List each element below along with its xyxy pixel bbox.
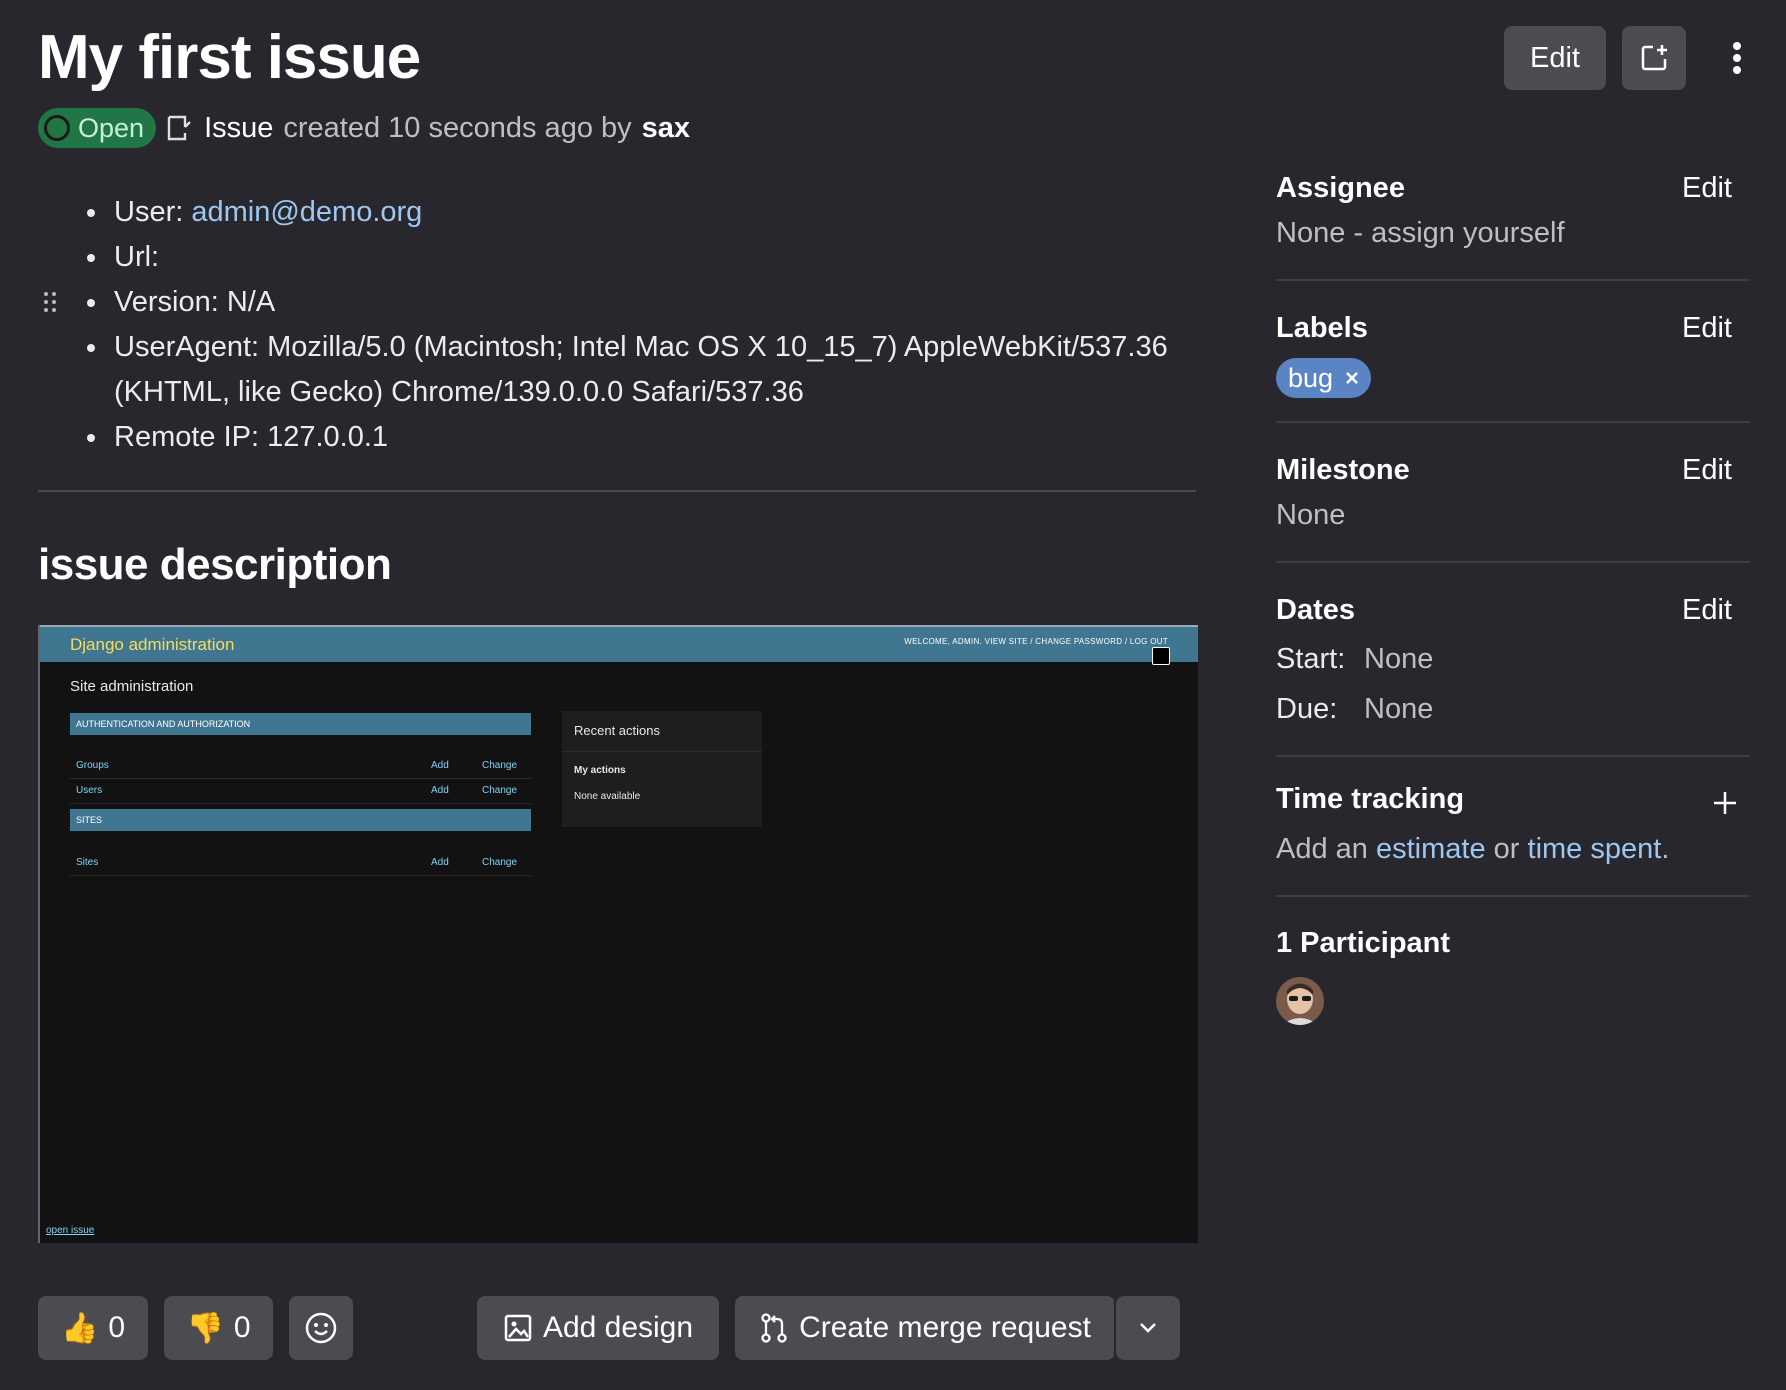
start-label: Start: bbox=[1276, 643, 1346, 675]
add-design-button[interactable]: Add design bbox=[477, 1296, 719, 1360]
due-label: Due: bbox=[1276, 693, 1338, 725]
issue-meta: Open Issue created 10 seconds ago by sax bbox=[38, 108, 690, 148]
labels-title: Labels bbox=[1276, 312, 1368, 344]
add-reaction-button[interactable] bbox=[289, 1296, 353, 1360]
assignee-title: Assignee bbox=[1276, 172, 1405, 204]
user-email-link[interactable]: admin@demo.org bbox=[191, 196, 422, 228]
description-screenshot[interactable]: Django administration WELCOME, ADMIN. VI… bbox=[38, 625, 1198, 1243]
milestone-title: Milestone bbox=[1276, 454, 1410, 486]
new-window-button[interactable] bbox=[1622, 26, 1686, 90]
thumbs-down-icon: 👎 bbox=[186, 1311, 224, 1345]
create-merge-request-button[interactable]: Create merge request bbox=[735, 1296, 1115, 1360]
page-title: My first issue bbox=[38, 23, 421, 92]
shot-brand: Django administration bbox=[70, 635, 235, 654]
more-actions-button[interactable] bbox=[1720, 34, 1754, 82]
details-list: User: admin@demo.org Url: Version: N/A U… bbox=[74, 190, 1240, 460]
new-window-icon bbox=[1641, 45, 1667, 71]
drag-handle-icon[interactable] bbox=[42, 290, 58, 319]
shot-header: Django administration WELCOME, ADMIN. VI… bbox=[40, 625, 1198, 662]
divider bbox=[1276, 561, 1750, 563]
thumbs-up-icon: 👍 bbox=[60, 1311, 99, 1345]
add-time-button[interactable] bbox=[1712, 790, 1738, 821]
meta-issue-type: Issue bbox=[204, 111, 274, 144]
dates-title: Dates bbox=[1276, 594, 1355, 626]
shot-section-sites: SITES bbox=[70, 809, 531, 831]
smiley-icon bbox=[305, 1312, 337, 1344]
label-bug[interactable]: bug bbox=[1276, 358, 1372, 398]
dates-edit-link[interactable]: Edit bbox=[1682, 594, 1732, 627]
kebab-menu-icon bbox=[1733, 42, 1741, 74]
plus-icon bbox=[1714, 792, 1736, 814]
table-row: Sites Add Change bbox=[70, 851, 531, 876]
divider bbox=[1276, 755, 1750, 757]
thumbs-up-button[interactable]: 👍 0 bbox=[38, 1296, 148, 1360]
meta-created: created 10 seconds ago by bbox=[283, 111, 632, 144]
time-spent-link[interactable]: time spent bbox=[1528, 833, 1662, 865]
shot-site-title: Site administration bbox=[70, 678, 194, 695]
assign-yourself-link[interactable]: None - assign yourself bbox=[1276, 217, 1565, 250]
issue-icon bbox=[167, 115, 191, 141]
merge-request-icon bbox=[761, 1313, 787, 1343]
shot-section-auth: AUTHENTICATION AND AUTHORIZATION bbox=[70, 713, 531, 735]
status-badge: Open bbox=[38, 108, 157, 148]
merge-request-options-button[interactable] bbox=[1116, 1296, 1180, 1360]
time-tracking-help: Add an estimate or time spent. bbox=[1276, 833, 1670, 865]
divider bbox=[38, 490, 1196, 492]
milestone-value: None bbox=[1276, 499, 1346, 531]
list-item: UserAgent: Mozilla/5.0 (Macintosh; Intel… bbox=[110, 325, 1240, 415]
divider bbox=[1276, 279, 1750, 281]
table-row: Users Add Change bbox=[70, 779, 531, 804]
list-item: Version: N/A bbox=[110, 280, 1240, 325]
close-icon[interactable] bbox=[1345, 371, 1359, 385]
participants-title: 1 Participant bbox=[1276, 927, 1451, 959]
status-open-icon bbox=[44, 115, 70, 141]
theme-toggle-icon bbox=[1152, 647, 1170, 665]
chevron-down-icon bbox=[1140, 1323, 1156, 1333]
shot-recent-actions: Recent actions My actions None available bbox=[562, 711, 762, 827]
image-icon bbox=[504, 1314, 532, 1342]
start-value: None bbox=[1364, 643, 1434, 675]
list-item: Url: bbox=[110, 235, 1240, 280]
shot-footer-link: open issue bbox=[46, 1225, 95, 1236]
description-heading: issue description bbox=[38, 540, 392, 589]
divider bbox=[1276, 421, 1750, 423]
shot-user-tools: WELCOME, ADMIN. VIEW SITE / CHANGE PASSW… bbox=[904, 637, 1168, 646]
avatar[interactable] bbox=[1276, 977, 1324, 1025]
list-item: Remote IP: 127.0.0.1 bbox=[110, 415, 1240, 460]
author-link[interactable]: sax bbox=[642, 112, 690, 145]
edit-button[interactable]: Edit bbox=[1504, 26, 1606, 90]
divider bbox=[1276, 895, 1750, 897]
due-value: None bbox=[1364, 693, 1434, 725]
button-divider bbox=[1114, 1296, 1116, 1360]
status-label: Open bbox=[78, 112, 145, 143]
milestone-edit-link[interactable]: Edit bbox=[1682, 454, 1732, 487]
table-row: Groups Add Change bbox=[70, 754, 531, 779]
thumbs-down-button[interactable]: 👎 0 bbox=[164, 1296, 273, 1360]
list-item: User: admin@demo.org bbox=[110, 190, 1240, 235]
labels-edit-link[interactable]: Edit bbox=[1682, 312, 1732, 345]
time-tracking-title: Time tracking bbox=[1276, 783, 1465, 815]
assignee-edit-link[interactable]: Edit bbox=[1682, 172, 1732, 205]
estimate-link[interactable]: estimate bbox=[1376, 833, 1486, 865]
